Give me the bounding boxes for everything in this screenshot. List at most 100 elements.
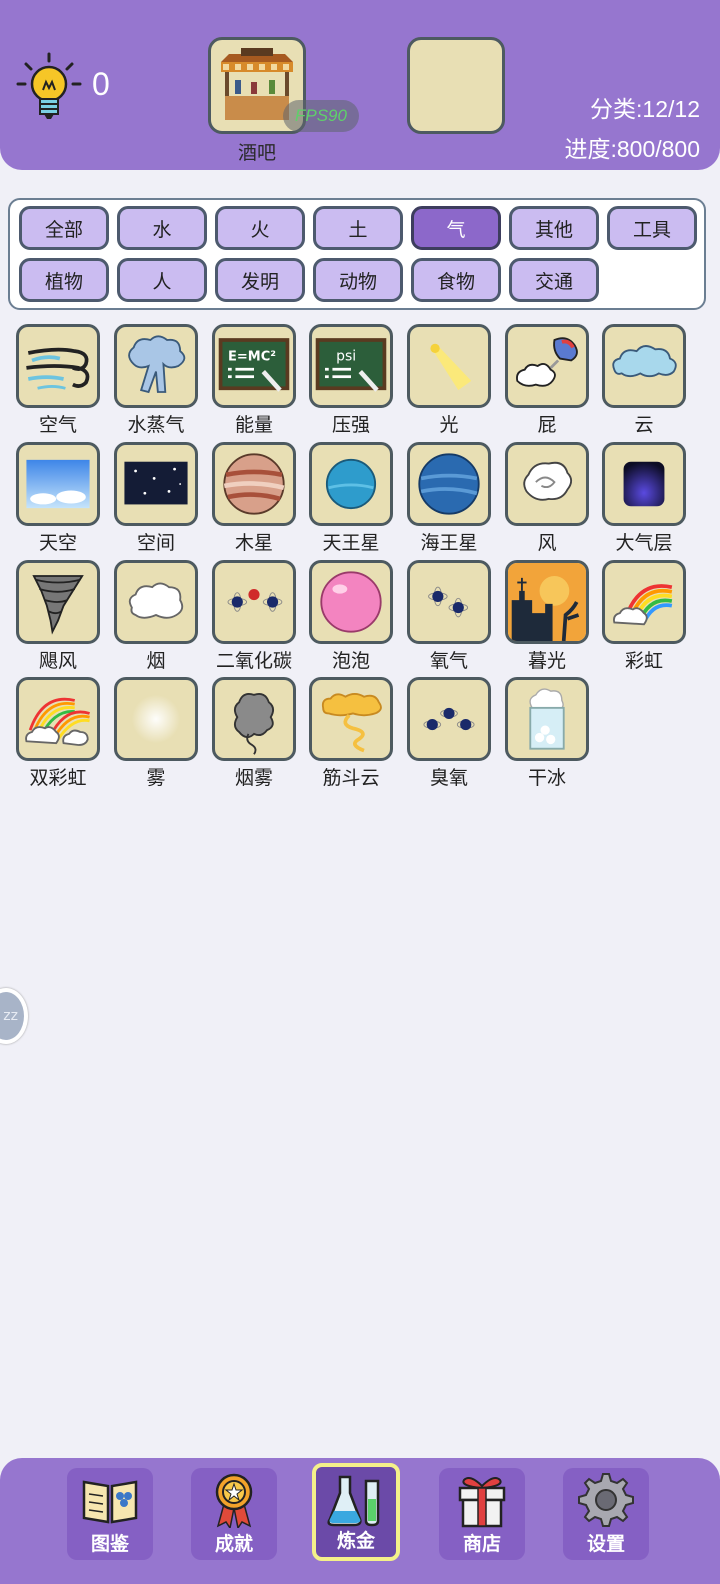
cloud-icon <box>612 345 677 378</box>
nav-tab-alchemy[interactable]: 炼金 <box>312 1463 400 1561</box>
oxygen-molecule-icon <box>428 586 469 618</box>
category-tab-all[interactable]: 全部 <box>19 206 109 250</box>
svg-text:psi: psi <box>336 348 356 364</box>
element-tile-smoke[interactable] <box>114 560 198 644</box>
somersault-cloud-icon <box>321 693 382 753</box>
fps-counter: FPS90 <box>283 100 359 132</box>
element-tile-air[interactable] <box>16 324 100 408</box>
element-label: 木星 <box>234 532 273 554</box>
twilight-icon <box>508 563 586 641</box>
sky-icon <box>26 459 90 509</box>
slot-left-label: 酒吧 <box>237 142 276 164</box>
category-tab-food[interactable]: 食物 <box>411 258 501 302</box>
smoke-icon <box>128 582 184 619</box>
category-tab-people[interactable]: 人 <box>117 258 207 302</box>
element-tile-hurricane[interactable] <box>16 560 100 644</box>
wind-swirl-icon <box>523 461 573 501</box>
element-label: 水蒸气 <box>127 414 185 436</box>
uranus-icon <box>325 458 377 510</box>
element-tile-uranus[interactable] <box>309 442 393 526</box>
category-tab-water[interactable]: 水 <box>117 206 207 250</box>
gift-box-icon <box>458 1477 506 1528</box>
hint-count: 0 <box>92 66 110 102</box>
element-label: 飓风 <box>38 650 77 672</box>
category-tab-earth[interactable]: 土 <box>313 206 403 250</box>
element-tile-twilight[interactable] <box>505 560 589 644</box>
element-label: 云 <box>634 414 654 436</box>
category-tab-plants[interactable]: 植物 <box>19 258 109 302</box>
element-tile-somersault-cloud[interactable] <box>309 677 393 761</box>
element-tile-atmosphere[interactable] <box>602 442 686 526</box>
category-tab-air[interactable]: 气 <box>411 206 501 250</box>
nav-label: 成就 <box>214 1533 253 1555</box>
element-tile-dry-ice[interactable] <box>505 677 589 761</box>
element-label: 泡泡 <box>331 650 370 672</box>
rainbow-icon <box>613 584 673 626</box>
element-tile-oxygen[interactable] <box>407 560 491 644</box>
element-label: 天空 <box>38 532 77 554</box>
floating-assist-button[interactable]: zz <box>0 988 28 1044</box>
atmosphere-icon <box>623 461 665 507</box>
element-tile-co2[interactable] <box>212 560 296 644</box>
blackboard-psi-icon: psi <box>315 338 387 392</box>
nav-label: 炼金 <box>336 1530 375 1552</box>
nav-tab-achievements[interactable]: 成就 <box>191 1468 277 1560</box>
element-tile-neptune[interactable] <box>407 442 491 526</box>
lightbulb-hint-icon[interactable] <box>16 52 82 122</box>
overall-progress: 进度:800/800 <box>564 136 700 162</box>
element-tile-light[interactable] <box>407 324 491 408</box>
element-tile-sky[interactable] <box>16 442 100 526</box>
floating-button-label: zz <box>3 1008 18 1024</box>
double-rainbow-icon <box>25 697 90 746</box>
element-tile-energy[interactable]: E=MC² <box>212 324 296 408</box>
bubble-icon <box>320 571 382 633</box>
element-label: 海王星 <box>420 532 478 554</box>
element-label: 二氧化碳 <box>215 650 292 672</box>
element-tile-smog[interactable] <box>212 677 296 761</box>
element-tile-space[interactable] <box>114 442 198 526</box>
category-tab-tools[interactable]: 工具 <box>607 206 697 250</box>
element-label: 筋斗云 <box>322 767 380 789</box>
element-tile-double-rainbow[interactable] <box>16 677 100 761</box>
fart-cloud-icon <box>516 337 578 387</box>
element-tile-fog[interactable] <box>114 677 198 761</box>
element-tile-jupiter[interactable] <box>212 442 296 526</box>
neptune-icon <box>418 453 480 515</box>
flask-icon <box>327 1475 380 1527</box>
category-tab-transport[interactable]: 交通 <box>509 258 599 302</box>
svg-text:E=MC²: E=MC² <box>228 349 276 364</box>
category-tab-animals[interactable]: 动物 <box>313 258 403 302</box>
nav-tab-settings[interactable]: 设置 <box>563 1468 649 1560</box>
element-label: 暮光 <box>527 650 566 672</box>
element-label: 能量 <box>234 414 273 436</box>
book-icon <box>82 1480 138 1524</box>
element-tile-fart[interactable] <box>505 324 589 408</box>
blackboard-emc2-icon: E=MC² <box>218 338 290 392</box>
element-tile-bubble[interactable] <box>309 560 393 644</box>
nav-label: 设置 <box>586 1533 625 1555</box>
gear-icon <box>578 1473 634 1527</box>
element-label: 屁 <box>537 414 557 436</box>
element-tile-pressure[interactable]: psi <box>309 324 393 408</box>
category-tab-other[interactable]: 其他 <box>509 206 599 250</box>
element-label: 双彩虹 <box>29 767 87 789</box>
category-tab-fire[interactable]: 火 <box>215 206 305 250</box>
element-tile-wind[interactable] <box>505 442 589 526</box>
element-tile-rainbow[interactable] <box>602 560 686 644</box>
ozone-molecule-icon <box>423 707 475 731</box>
element-label: 干冰 <box>527 767 566 789</box>
nav-label: 图鉴 <box>90 1533 129 1555</box>
element-label: 天王星 <box>322 532 380 554</box>
space-icon <box>124 461 188 505</box>
element-tile-steam[interactable] <box>114 324 198 408</box>
jupiter-icon <box>223 453 285 515</box>
category-tab-inventions[interactable]: 发明 <box>215 258 305 302</box>
element-tile-cloud[interactable] <box>602 324 686 408</box>
nav-tab-encyclopedia[interactable]: 图鉴 <box>67 1468 153 1560</box>
element-label: 空间 <box>136 532 175 554</box>
element-label: 雾 <box>146 767 166 789</box>
element-tile-ozone[interactable] <box>407 677 491 761</box>
combine-slot-right[interactable] <box>407 37 505 134</box>
nav-tab-shop[interactable]: 商店 <box>439 1468 525 1560</box>
tornado-icon <box>32 575 84 635</box>
